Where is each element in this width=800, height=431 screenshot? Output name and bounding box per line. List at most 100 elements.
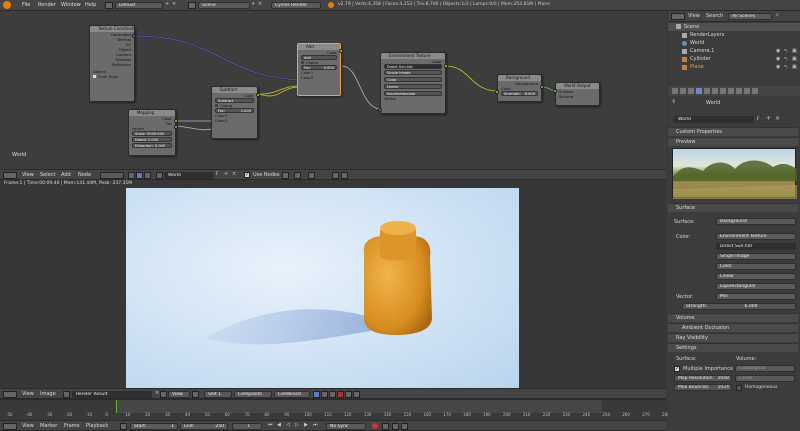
editor-type-icon[interactable] bbox=[3, 391, 17, 398]
scene-icon[interactable] bbox=[188, 2, 196, 9]
output-socket[interactable] bbox=[132, 34, 136, 38]
unlink-image-icon[interactable]: × bbox=[155, 390, 159, 396]
map-resolution-field[interactable]: Map Resolution: 2048 bbox=[674, 375, 732, 382]
from-dupli-checkbox[interactable]: From Dupli bbox=[90, 74, 134, 79]
linestyle-icon[interactable] bbox=[144, 172, 151, 179]
menu-add[interactable]: Add bbox=[61, 172, 71, 178]
surface-shader-dropdown[interactable]: Background bbox=[716, 218, 796, 225]
visibility-eye-icon[interactable]: ◉ bbox=[776, 64, 780, 70]
delete-keyframe-icon[interactable] bbox=[401, 423, 408, 430]
snap-icon[interactable] bbox=[294, 172, 301, 179]
select-arrow-icon[interactable]: ↖ bbox=[784, 56, 788, 62]
jump-start-icon[interactable]: ⏮ bbox=[268, 422, 273, 428]
env-source-dropdown[interactable]: Single Image bbox=[716, 253, 796, 260]
render-layers-tab-icon[interactable] bbox=[680, 88, 686, 94]
display-channels-icon[interactable] bbox=[313, 391, 320, 398]
screen-layout-icon[interactable] bbox=[105, 2, 113, 9]
panel-settings[interactable]: Settings bbox=[668, 343, 798, 352]
visibility-eye-icon[interactable]: ◉ bbox=[776, 48, 780, 54]
remove-layout-icon[interactable]: × bbox=[172, 1, 176, 7]
node-mapping[interactable]: Mapping Color Fac Vector Scale: 5000.000… bbox=[128, 109, 176, 156]
play-icon[interactable]: ▷ bbox=[295, 422, 299, 428]
output-socket[interactable] bbox=[174, 119, 178, 123]
render-tab-icon[interactable] bbox=[672, 88, 678, 94]
start-frame-field[interactable]: Start: 1 bbox=[130, 423, 178, 430]
menu-view[interactable]: View bbox=[22, 391, 34, 397]
record-icon[interactable] bbox=[372, 423, 378, 429]
texture-tab-icon[interactable] bbox=[736, 88, 742, 94]
outliner[interactable]: Scene RenderLayers World Camera.1 Cylind… bbox=[668, 22, 800, 84]
green-channel-icon[interactable] bbox=[345, 391, 352, 398]
scene-dropdown[interactable]: Scene bbox=[198, 2, 250, 9]
panel-custom-properties[interactable]: Custom Properties bbox=[668, 127, 798, 136]
node-environment-texture[interactable]: Environment Texture Color Direct Sun.hdr… bbox=[380, 52, 446, 114]
sync-mode-dropdown[interactable]: No Sync bbox=[326, 423, 366, 430]
image-icon[interactable] bbox=[63, 391, 70, 398]
env-projection-dropdown[interactable]: Equirectangular bbox=[716, 283, 796, 290]
prev-keyframe-icon[interactable]: ◀ bbox=[277, 422, 281, 428]
scene-tab-icon[interactable] bbox=[688, 88, 694, 94]
env-image-selector[interactable]: Direct Sun.hdr bbox=[716, 243, 796, 250]
object-shader-icon[interactable] bbox=[128, 172, 135, 179]
fake-user-toggle[interactable]: F bbox=[216, 172, 219, 177]
world-datablock-icon[interactable] bbox=[156, 172, 163, 179]
output-socket[interactable] bbox=[339, 49, 343, 53]
select-arrow-icon[interactable]: ↖ bbox=[784, 64, 788, 70]
menu-file[interactable]: File bbox=[22, 2, 30, 8]
shader-type-icon[interactable] bbox=[100, 172, 124, 179]
end-frame-field[interactable]: End: 250 bbox=[180, 423, 228, 430]
search-icon[interactable]: ⌕ bbox=[776, 12, 779, 18]
keying-set-icon[interactable] bbox=[382, 423, 389, 430]
render-camera-icon[interactable]: ▣ bbox=[792, 64, 797, 70]
select-arrow-icon[interactable]: ↖ bbox=[784, 48, 788, 54]
node-add[interactable]: Add Color Add Clamp Fac: 0.000 Color1 Co… bbox=[297, 43, 341, 96]
clamp-checkbox[interactable]: Clamp bbox=[212, 103, 257, 108]
physics-tab-icon[interactable] bbox=[752, 88, 758, 94]
menu-render[interactable]: Render bbox=[38, 2, 56, 8]
object-tab-icon[interactable] bbox=[704, 88, 710, 94]
colorspace-dropdown[interactable]: Color bbox=[384, 77, 442, 82]
input-socket[interactable] bbox=[378, 108, 382, 112]
menu-help[interactable]: Help bbox=[85, 2, 96, 8]
fake-user-toggle[interactable]: F bbox=[757, 117, 760, 122]
world-shader-icon[interactable] bbox=[136, 172, 143, 179]
preview-range-icon[interactable] bbox=[120, 423, 127, 430]
node-background[interactable]: Background Background Color Strength: 6.… bbox=[497, 74, 542, 102]
distortion-field[interactable]: Distortion: 0.000 bbox=[132, 143, 172, 148]
alpha-channel-icon[interactable] bbox=[321, 391, 328, 398]
output-socket[interactable] bbox=[540, 85, 544, 89]
input-socket[interactable] bbox=[553, 89, 557, 93]
paste-icon[interactable] bbox=[341, 172, 348, 179]
next-keyframe-icon[interactable]: ▶ bbox=[304, 422, 308, 428]
pin-icon[interactable] bbox=[192, 391, 199, 398]
output-socket[interactable] bbox=[444, 64, 448, 68]
blender-logo-icon[interactable] bbox=[3, 1, 11, 9]
editor-type-icon[interactable] bbox=[3, 423, 17, 430]
env-colorspace-dropdown[interactable]: Color bbox=[716, 263, 796, 270]
output-socket[interactable] bbox=[256, 93, 260, 97]
panel-ray-visibility[interactable]: Ray Visibility bbox=[668, 333, 798, 342]
visibility-eye-icon[interactable]: ◉ bbox=[776, 56, 780, 62]
strength-field[interactable]: Strength: 6.000 bbox=[501, 91, 538, 96]
mis-checkbox[interactable]: ✓ bbox=[674, 366, 680, 372]
menu-frame[interactable]: Frame bbox=[64, 423, 80, 429]
insert-keyframe-icon[interactable] bbox=[392, 423, 399, 430]
input-socket[interactable] bbox=[495, 90, 499, 94]
image-datablock-field[interactable]: Render Result bbox=[72, 391, 152, 398]
use-nodes-checkbox[interactable]: ✓ bbox=[244, 172, 250, 178]
interpolation-dropdown[interactable]: Linear bbox=[384, 84, 442, 89]
material-tab-icon[interactable] bbox=[728, 88, 734, 94]
color-input-dropdown[interactable]: Environment Texture bbox=[716, 233, 796, 240]
strength-field[interactable]: Strength: 6.000 bbox=[682, 303, 796, 310]
world-datablock-field[interactable]: World bbox=[164, 172, 214, 179]
menu-view[interactable]: View bbox=[688, 13, 700, 19]
render-engine-dropdown[interactable]: Cycles Render bbox=[271, 2, 321, 9]
jump-end-icon[interactable]: ⏭ bbox=[313, 422, 318, 428]
modifier-tab-icon[interactable] bbox=[712, 88, 718, 94]
red-channel-icon[interactable] bbox=[337, 391, 344, 398]
data-tab-icon[interactable] bbox=[720, 88, 726, 94]
env-interpolation-dropdown[interactable]: Linear bbox=[716, 273, 796, 280]
screen-layout-dropdown[interactable]: Default bbox=[115, 2, 163, 9]
menu-view[interactable]: View bbox=[22, 423, 34, 429]
output-socket[interactable] bbox=[174, 125, 178, 129]
